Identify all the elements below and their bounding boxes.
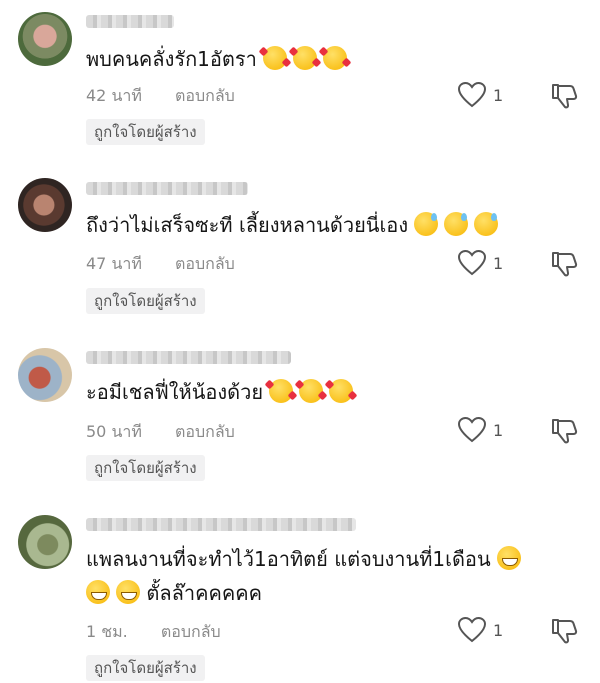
like-count: 1	[493, 421, 504, 440]
comment-meta: 47 นาที ตอบกลับ	[86, 254, 235, 274]
comment-meta: 42 นาที ตอบกลับ	[86, 86, 235, 106]
thumbs-down-icon	[552, 419, 578, 444]
username-blurred[interactable]	[86, 351, 291, 364]
comment-text-content: แพลนงานที่จะทำไว้1อาทิตย์ แต่จบงานที่1เด…	[86, 547, 491, 571]
dislike-button[interactable]	[550, 417, 578, 445]
username-blurred[interactable]	[86, 518, 356, 531]
reply-button[interactable]: ตอบกลับ	[161, 622, 221, 641]
smiling-face-with-hearts-icon	[299, 379, 324, 403]
heart-icon	[458, 82, 486, 108]
liked-by-creator-badge: ถูกใจโดยผู้สร้าง	[86, 288, 205, 314]
avatar[interactable]	[18, 178, 72, 232]
timestamp: 42 นาที	[86, 86, 142, 105]
comment-meta: 50 นาที ตอบกลับ	[86, 422, 235, 442]
comment-item: ถึงว่าไม่เสร็จซะที เลี้ยงหลานด้วยนี่เอง …	[0, 170, 600, 340]
beaming-face-icon	[86, 580, 110, 604]
smiling-face-with-hearts-icon	[329, 379, 354, 403]
heart-icon	[458, 617, 486, 643]
like-count: 1	[493, 254, 504, 273]
liked-by-creator-badge: ถูกใจโดยผู้สร้าง	[86, 455, 205, 481]
comment-item: ะอมีเชลฟี่ให้น้องด้วย 50 นาที ตอบกลับ 1 …	[0, 340, 600, 510]
thumbs-down-icon	[552, 252, 578, 277]
timestamp: 50 นาที	[86, 422, 142, 441]
grinning-face-with-sweat-icon	[414, 212, 439, 236]
timestamp: 47 นาที	[86, 254, 142, 273]
comment-text: ะอมีเชลฟี่ให้น้องด้วย	[86, 375, 570, 409]
grinning-face-with-sweat-icon	[474, 212, 499, 236]
comment-text-content: พบคนคลั่งรัก1อัตรา	[86, 47, 257, 71]
dislike-button[interactable]	[550, 617, 578, 645]
thumbs-down-icon	[552, 84, 578, 109]
beaming-face-icon	[116, 580, 140, 604]
comment-text-content: ะอมีเชลฟี่ให้น้องด้วย	[86, 380, 264, 404]
liked-by-creator-badge: ถูกใจโดยผู้สร้าง	[86, 655, 205, 681]
like-button[interactable]: 1	[458, 417, 518, 445]
smiling-face-with-hearts-icon	[292, 46, 317, 70]
heart-icon	[458, 250, 486, 276]
avatar[interactable]	[18, 515, 72, 569]
comment-meta: 1 ชม. ตอบกลับ	[86, 622, 221, 642]
reply-button[interactable]: ตอบกลับ	[175, 254, 235, 273]
username-blurred[interactable]	[86, 15, 174, 28]
liked-by-creator-badge: ถูกใจโดยผู้สร้าง	[86, 119, 205, 145]
comment-text: แพลนงานที่จะทำไว้1อาทิตย์ แต่จบงานที่1เด…	[86, 542, 580, 610]
smiling-face-with-hearts-icon	[322, 46, 347, 70]
comment-text-line: แพลนงานที่จะทำไว้1อาทิตย์ แต่จบงานที่1เด…	[86, 542, 580, 576]
dislike-button[interactable]	[550, 250, 578, 278]
like-button[interactable]: 1	[458, 250, 518, 278]
timestamp: 1 ชม.	[86, 622, 128, 641]
reply-button[interactable]: ตอบกลับ	[175, 86, 235, 105]
reply-button[interactable]: ตอบกลับ	[175, 422, 235, 441]
comment-text: พบคนคลั่งรัก1อัตรา	[86, 42, 570, 76]
like-button[interactable]: 1	[458, 617, 518, 645]
grinning-face-with-sweat-icon	[444, 212, 469, 236]
thumbs-down-icon	[552, 619, 578, 644]
comment-text: ถึงว่าไม่เสร็จซะที เลี้ยงหลานด้วยนี่เอง	[86, 208, 570, 242]
heart-icon	[458, 417, 486, 443]
smiling-face-with-hearts-icon	[262, 46, 287, 70]
beaming-face-icon	[496, 546, 521, 570]
avatar[interactable]	[18, 12, 72, 66]
username-blurred[interactable]	[86, 182, 248, 195]
dislike-button[interactable]	[550, 82, 578, 110]
comment-item: แพลนงานที่จะทำไว้1อาทิตย์ แต่จบงานที่1เด…	[0, 510, 600, 683]
comment-text-content: ถึงว่าไม่เสร็จซะที เลี้ยงหลานด้วยนี่เอง	[86, 213, 409, 237]
comment-text-line: ตั้ลล๊าคคคคค	[86, 576, 580, 610]
avatar[interactable]	[18, 348, 72, 402]
comment-text-content: ตั้ลล๊าคคคคค	[146, 581, 262, 605]
like-count: 1	[493, 86, 504, 105]
like-count: 1	[493, 621, 504, 640]
comment-item: พบคนคลั่งรัก1อัตรา 42 นาที ตอบกลับ 1 ถูก…	[0, 0, 600, 170]
smiling-face-with-hearts-icon	[269, 379, 294, 403]
like-button[interactable]: 1	[458, 82, 518, 110]
